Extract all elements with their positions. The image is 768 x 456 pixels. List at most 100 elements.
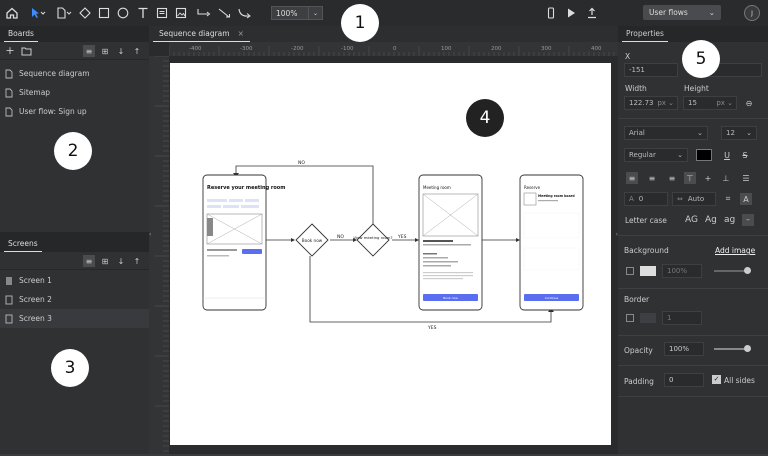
background-color-swatch[interactable] bbox=[640, 266, 656, 276]
width-input[interactable]: 122.73 px ⌄ bbox=[624, 96, 678, 110]
sort-up-icon[interactable]: ↑ bbox=[131, 45, 143, 57]
valign-top-icon[interactable]: ⊤ bbox=[684, 172, 696, 184]
text-tool-icon[interactable] bbox=[136, 6, 150, 20]
add-folder-icon[interactable] bbox=[20, 45, 32, 57]
line-height-value: 0 bbox=[638, 195, 644, 203]
zoom-select[interactable]: 100% ⌄ bbox=[271, 6, 323, 20]
valign-middle-icon[interactable]: + bbox=[702, 172, 714, 184]
rectangle-tool-icon[interactable] bbox=[97, 6, 111, 20]
strikethrough-icon[interactable]: S bbox=[739, 149, 751, 161]
screen-item[interactable]: Screen 1 bbox=[0, 271, 149, 290]
label-no: NO bbox=[298, 160, 305, 166]
annotation-marker: 2 bbox=[54, 132, 92, 170]
sort-down-icon[interactable]: ↓ bbox=[115, 45, 127, 57]
font-family-value: Arial bbox=[629, 129, 645, 137]
document-tool-icon[interactable] bbox=[55, 6, 73, 20]
screen-item[interactable]: Screen 3 bbox=[0, 309, 149, 328]
x-input[interactable]: -151 bbox=[624, 63, 678, 77]
list-icon[interactable]: ☰ bbox=[740, 172, 752, 184]
checkmark-icon[interactable]: ✓ bbox=[712, 375, 721, 384]
chevron-down-icon[interactable]: ⌄ bbox=[308, 7, 322, 19]
board-item[interactable]: User flow: Sign up bbox=[0, 102, 149, 121]
underline-icon[interactable]: U bbox=[721, 149, 733, 161]
font-family-select[interactable]: Arial ⌄ bbox=[624, 126, 708, 140]
sort-down-icon[interactable]: ↓ bbox=[115, 255, 127, 267]
screens-title[interactable]: Screens bbox=[4, 239, 42, 252]
screen-item[interactable]: Screen 2 bbox=[0, 290, 149, 309]
text-box-icon[interactable]: ⌗ bbox=[722, 193, 734, 205]
align-center-icon[interactable]: ≡ bbox=[646, 172, 658, 184]
titlecase-option[interactable]: Ag bbox=[705, 215, 717, 225]
border-label: Border bbox=[624, 295, 650, 304]
image-tool-icon[interactable] bbox=[174, 6, 188, 20]
properties-panel: Properties X -151 Width Height 122.73 px… bbox=[618, 26, 768, 454]
tab-sequence-diagram[interactable]: Sequence diagram × bbox=[153, 29, 250, 42]
auto-height-icon[interactable]: A bbox=[740, 193, 752, 205]
list-view-icon[interactable]: ≡ bbox=[83, 255, 95, 267]
elbow-connector-icon[interactable] bbox=[196, 6, 212, 20]
close-icon[interactable]: × bbox=[238, 29, 244, 38]
avatar[interactable]: J bbox=[744, 5, 760, 21]
font-size-select[interactable]: 12 ⌄ bbox=[721, 126, 757, 140]
align-right-icon[interactable]: ≡ bbox=[666, 172, 678, 184]
letter-spacing-input[interactable]: ⇔ Auto bbox=[672, 192, 716, 206]
font-style-select[interactable]: Regular ⌄ bbox=[624, 148, 688, 162]
slider-knob[interactable] bbox=[744, 345, 751, 352]
lowercase-option[interactable]: ag bbox=[724, 215, 735, 225]
phone-screen-3[interactable]: Reserve Meeting room board Continue bbox=[519, 174, 584, 311]
ruler-label: 400 bbox=[591, 46, 602, 52]
background-opacity-input[interactable]: 100% bbox=[662, 264, 702, 278]
phone-screen-2[interactable]: Meeting room Book now bbox=[418, 174, 483, 311]
padding-input[interactable]: 0 bbox=[664, 373, 704, 387]
border-width-input[interactable]: 1 bbox=[662, 311, 702, 325]
ellipse-tool-icon[interactable] bbox=[116, 6, 130, 20]
collapse-left-icon[interactable]: ‹ bbox=[149, 231, 151, 238]
user-flows-select[interactable]: User flows ⌄ bbox=[643, 5, 721, 20]
text-color-swatch[interactable] bbox=[696, 149, 712, 161]
note-tool-icon[interactable] bbox=[155, 6, 169, 20]
pointer-tool-icon[interactable] bbox=[29, 6, 47, 20]
user-flows-label: User flows bbox=[649, 8, 688, 17]
slider-knob[interactable] bbox=[744, 267, 751, 274]
uppercase-option[interactable]: AG bbox=[685, 215, 698, 225]
width-value: 122.73 bbox=[629, 99, 654, 107]
diamond-tool-icon[interactable] bbox=[78, 6, 92, 20]
home-icon[interactable] bbox=[5, 6, 19, 20]
screens-toolbar: ≡ ⊞ ↓ ↑ bbox=[0, 252, 149, 270]
curved-connector-icon[interactable] bbox=[237, 6, 253, 20]
grid-view-icon[interactable]: ⊞ bbox=[99, 255, 111, 267]
add-board-icon[interactable]: + bbox=[4, 44, 16, 57]
mobile-preview-icon[interactable] bbox=[544, 6, 558, 20]
width-label: Width bbox=[625, 84, 647, 93]
board-item-label: User flow: Sign up bbox=[19, 107, 87, 116]
button-label: Continue bbox=[545, 296, 559, 300]
phone-screen-1[interactable]: Reserve your meeting room bbox=[202, 174, 285, 311]
add-image-link[interactable]: Add image bbox=[715, 246, 755, 255]
border-color-swatch[interactable] bbox=[640, 313, 656, 323]
list-view-icon[interactable]: ≡ bbox=[83, 45, 95, 57]
boards-title[interactable]: Boards bbox=[4, 29, 38, 42]
no-case-option[interactable]: – bbox=[742, 214, 754, 226]
opacity-input[interactable]: 100% bbox=[664, 342, 704, 356]
sort-up-icon[interactable]: ↑ bbox=[131, 255, 143, 267]
decision-view-room[interactable] bbox=[356, 223, 390, 257]
share-upload-icon[interactable] bbox=[585, 6, 599, 20]
line-height-icon: A bbox=[629, 195, 634, 203]
line-height-input[interactable]: A0 bbox=[624, 192, 668, 206]
screen-title: Meeting room board bbox=[538, 194, 575, 198]
straight-connector-icon[interactable] bbox=[217, 6, 233, 20]
border-checkbox[interactable] bbox=[626, 314, 634, 322]
board-item[interactable]: Sitemap bbox=[0, 83, 149, 102]
valign-bottom-icon[interactable]: ⊥ bbox=[720, 172, 732, 184]
screen-title: Reserve your meeting room bbox=[207, 185, 285, 191]
board-item[interactable]: Sequence diagram bbox=[0, 64, 149, 83]
font-style-value: Regular bbox=[629, 151, 656, 159]
properties-title[interactable]: Properties bbox=[622, 29, 668, 42]
play-icon[interactable] bbox=[564, 6, 578, 20]
document-icon bbox=[5, 69, 13, 78]
height-input[interactable]: 15 px ⌄ bbox=[683, 96, 737, 110]
align-left-icon[interactable]: ≡ bbox=[626, 172, 638, 184]
background-checkbox[interactable] bbox=[626, 267, 634, 275]
link-icon[interactable]: ⊖ bbox=[743, 97, 755, 109]
grid-view-icon[interactable]: ⊞ bbox=[99, 45, 111, 57]
